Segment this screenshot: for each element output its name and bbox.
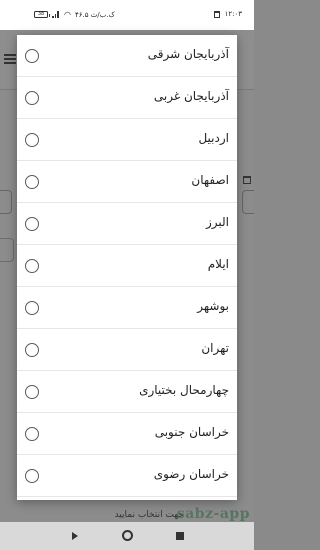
background-field-2 xyxy=(0,238,14,262)
radio-icon[interactable] xyxy=(25,217,39,231)
option-label: خراسان رضوی xyxy=(153,467,229,481)
option-item[interactable]: ایلام xyxy=(17,245,237,287)
radio-icon[interactable] xyxy=(25,133,39,147)
option-label: تهران xyxy=(201,341,229,355)
option-item[interactable]: تهران xyxy=(17,329,237,371)
background-field-right xyxy=(242,190,254,214)
home-icon[interactable] xyxy=(122,530,133,541)
radio-icon[interactable] xyxy=(25,301,39,315)
wifi-icon: ◠ xyxy=(64,10,71,19)
option-item[interactable]: خراسان جنوبی xyxy=(17,413,237,455)
option-item[interactable]: آذربایجان غربی xyxy=(17,77,237,119)
radio-icon[interactable] xyxy=(25,427,39,441)
option-label: اصفهان xyxy=(191,173,229,187)
option-item[interactable]: اردبیل xyxy=(17,119,237,161)
radio-icon[interactable] xyxy=(25,343,39,357)
option-item[interactable]: بوشهر xyxy=(17,287,237,329)
option-label: آذربایجان شرقی xyxy=(147,47,229,61)
option-label: ایلام xyxy=(207,257,229,271)
clock: ۱۲:۰۳ xyxy=(224,10,242,18)
option-label: البرز xyxy=(205,215,229,229)
calendar-icon xyxy=(243,176,251,184)
radio-icon[interactable] xyxy=(25,385,39,399)
menu-icon xyxy=(4,54,16,66)
option-item[interactable]: آذربایجان شرقی xyxy=(17,35,237,77)
signal-icon xyxy=(52,11,60,18)
background-field xyxy=(0,190,12,214)
status-right: ۱۲:۰۳ xyxy=(213,10,242,18)
option-label: آذربایجان غربی xyxy=(153,89,229,103)
option-item[interactable]: خراسان رضوی xyxy=(17,455,237,497)
radio-icon[interactable] xyxy=(25,469,39,483)
status-bar: 38 ◠ ۴۶.۵ ک.ب/ث ۱۲:۰۳ xyxy=(0,0,254,30)
navigation-bar xyxy=(0,522,254,550)
battery-icon: 38 xyxy=(34,11,50,18)
option-label: خراسان جنوبی xyxy=(154,425,229,439)
recent-apps-icon[interactable] xyxy=(176,532,184,540)
radio-icon[interactable] xyxy=(25,175,39,189)
back-icon[interactable] xyxy=(72,532,78,540)
option-label: اردبیل xyxy=(198,131,229,145)
watermark-logo: sabz-app xyxy=(176,506,250,522)
option-item[interactable]: چهارمحال بختیاری xyxy=(17,371,237,413)
network-speed: ۴۶.۵ ک.ب/ث xyxy=(74,10,115,19)
option-item[interactable]: البرز xyxy=(17,203,237,245)
province-dialog: آذربایجان شرقی آذربایجان غربی اردبیل اصف… xyxy=(17,35,237,500)
option-label: بوشهر xyxy=(197,299,229,313)
hint-text: جهت انتخاب نمایید xyxy=(114,510,184,520)
radio-icon[interactable] xyxy=(25,49,39,63)
radio-icon[interactable] xyxy=(25,259,39,273)
radio-icon[interactable] xyxy=(25,91,39,105)
status-indicators: 38 ◠ ۴۶.۵ ک.ب/ث xyxy=(34,10,115,19)
trash-icon xyxy=(213,10,220,18)
option-label: چهارمحال بختیاری xyxy=(139,383,229,397)
option-item[interactable]: اصفهان xyxy=(17,161,237,203)
